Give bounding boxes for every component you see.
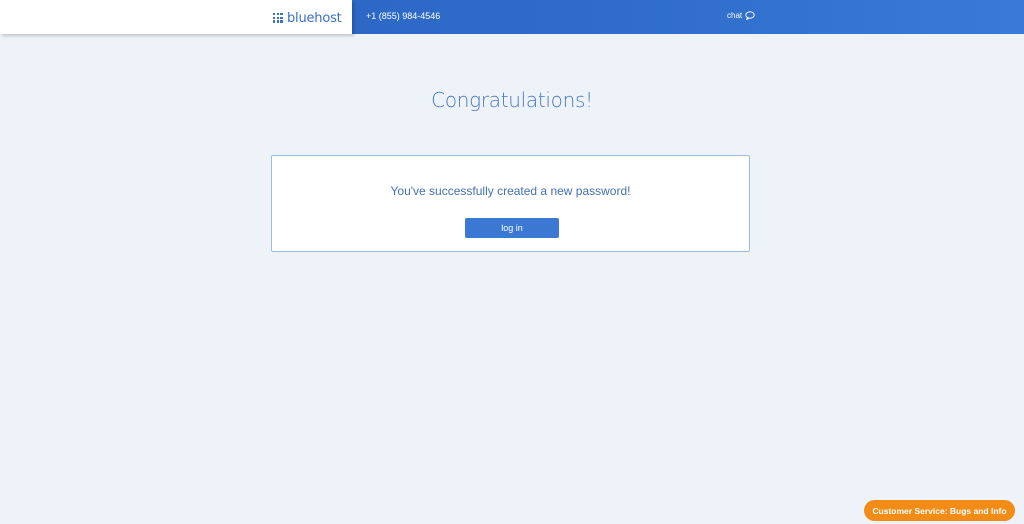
- logo-panel: bluehost: [0, 0, 352, 34]
- login-button[interactable]: log in: [465, 218, 559, 238]
- success-card: You've successfully created a new passwo…: [271, 155, 750, 252]
- logo-text: bluehost: [287, 10, 342, 26]
- bluehost-logo[interactable]: bluehost: [273, 10, 342, 26]
- top-header: bluehost +1 (855) 984-4546 chat: [0, 0, 1024, 34]
- page-title: Congratulations!: [431, 88, 593, 112]
- customer-service-button[interactable]: Customer Service: Bugs and Info: [864, 500, 1015, 521]
- chat-label: chat: [727, 11, 743, 20]
- grid-icon: [273, 13, 283, 23]
- success-message: You've successfully created a new passwo…: [390, 184, 631, 198]
- chat-link[interactable]: chat: [727, 11, 755, 20]
- chat-bubble-icon: [745, 11, 755, 20]
- phone-number[interactable]: +1 (855) 984-4546: [366, 11, 440, 21]
